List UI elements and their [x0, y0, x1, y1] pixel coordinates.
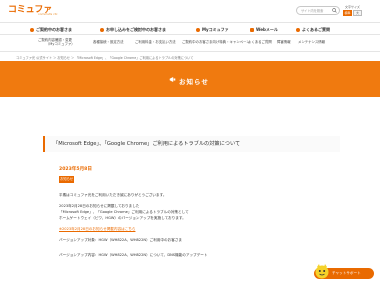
subnav-label-sub: （Myコミュファ）	[46, 42, 75, 46]
article-paragraph: バージョンアップ対象：HGW（WH822A、WH822N）ご利用中のお客さま	[59, 238, 183, 242]
nav-label: お申し込みをご検討中のお客さま	[106, 27, 166, 32]
nav-my-commufa[interactable]: Myコミュファ	[196, 26, 229, 34]
user-icon	[30, 28, 34, 32]
chat-mascot-icon[interactable]	[314, 263, 330, 281]
subnav-label: ご利用料金・お支払い方法	[135, 40, 176, 44]
article: 「Microsoft Edge」、「Google Chrome」ご利用によるトラ…	[43, 128, 340, 285]
heart-icon	[196, 28, 200, 32]
nav-label: よくあるご質問	[302, 27, 330, 32]
article-date: 2023年5月8日	[59, 167, 92, 172]
nav-label: Myコミュファ	[202, 27, 229, 32]
subnav-outage[interactable]: 障害情報	[277, 40, 291, 44]
search-placeholder: サイト内を検索	[301, 9, 324, 13]
article-paragraph: 平素はコミュファ光をご利用いただき誠にありがとうございます。	[59, 193, 167, 197]
secondary-nav: ご契約内容確認・変更 （Myコミュファ） 各種接続・設定方法 ご利用料金・お支払い…	[0, 36, 380, 52]
article-link[interactable]: ※2023年2月28日のお知らせ掲載内容はこちら	[59, 227, 135, 232]
article-paragraph: バージョンアップ内容：HGW（WH822A、WH822N）について、DNS機能の…	[59, 253, 208, 257]
article-title: 「Microsoft Edge」、「Google Chrome」ご利用によるトラ…	[43, 136, 340, 152]
site-header: コミュファ commufa ctc サイト内を検索 文字サイズ 標準 大	[0, 0, 380, 21]
nav-current-customers[interactable]: ご契約中のお客さま	[30, 26, 72, 34]
site-logo[interactable]: コミュファ commufa ctc	[8, 2, 58, 18]
category-badge: お知らせ	[59, 176, 74, 183]
font-size-label: 文字サイズ	[345, 5, 360, 9]
subnav-setup[interactable]: 各種接続・設定方法	[93, 40, 124, 44]
breadcrumb[interactable]: コミュファ光 公式サイト ＞ お知らせ ＞ 「Microsoft Edge」、「…	[16, 55, 193, 60]
nav-new-customers[interactable]: お申し込みをご検討中のお客さま	[100, 26, 166, 34]
font-size-large-button[interactable]: 大	[353, 10, 362, 16]
article-paragraph: 2023年2月28日のお知らせに掲載しておりました	[59, 204, 140, 208]
chat-support-label: チャットサポート	[332, 271, 361, 275]
article-paragraph: 「Microsoft Edge」、「Google Chrome」ご利用によるトラ…	[59, 210, 189, 214]
font-size-normal-button[interactable]: 標準	[343, 10, 352, 16]
nav-faq[interactable]: よくあるご質問	[296, 26, 330, 34]
page-banner: お知らせ	[0, 61, 380, 97]
subnav-label: ご契約中のお客さま向け特典・キャンペーン	[182, 40, 250, 44]
search-input[interactable]: サイト内を検索	[296, 6, 340, 15]
mail-icon	[250, 28, 254, 32]
megaphone-icon	[169, 77, 176, 82]
subnav-label: メンテナンス情報	[298, 40, 326, 44]
search-icon[interactable]	[332, 8, 337, 13]
page-title: お知らせ	[179, 78, 209, 86]
nav-label: ご契約中のお客さま	[36, 27, 72, 32]
subnav-contract[interactable]: ご契約内容確認・変更 （Myコミュファ）	[38, 38, 75, 46]
font-size-switcher: 標準 大	[343, 10, 362, 16]
primary-nav: ご契約中のお客さま お申し込みをご検討中のお客さま Myコミュファ Webメール…	[0, 22, 380, 35]
logo-sub: commufa ctc	[38, 12, 58, 16]
nav-label: Webメール	[256, 27, 278, 32]
subnav-label: 障害情報	[277, 40, 291, 44]
subnav-campaign[interactable]: ご契約中のお客さま向け特典・キャンペーン	[182, 40, 250, 44]
subnav-label: 各種接続・設定方法	[93, 40, 124, 44]
subnav-label: よくあるご質問	[248, 40, 272, 44]
user-plus-icon	[100, 28, 104, 32]
subnav-faq[interactable]: よくあるご質問	[248, 40, 272, 44]
question-icon	[296, 28, 300, 32]
subnav-maintenance[interactable]: メンテナンス情報	[298, 40, 325, 44]
article-paragraph: ホームゲートウェイ（ビワ、HGW）のバージョンアップを実施しております。	[59, 216, 186, 220]
subnav-billing[interactable]: ご利用料金・お支払い方法	[135, 40, 176, 44]
nav-webmail[interactable]: Webメール	[250, 26, 278, 34]
